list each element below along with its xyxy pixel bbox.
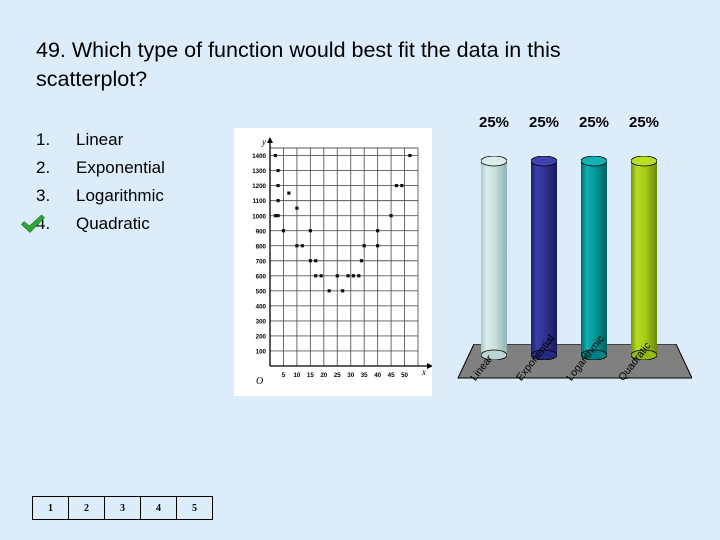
bar-quadratic[interactable] [631, 156, 657, 360]
svg-text:15: 15 [307, 372, 314, 379]
page-nav-5[interactable]: 5 [176, 496, 213, 520]
results-bar-chart: 25% 25% 25% 25% Linear Exponential Logar… [452, 114, 692, 404]
answer-choice-2-number: 2. [36, 158, 51, 177]
scatterplot-figure: 100 200 300 400 500 600 700 800 900 1000 1100 1200 1… [252, 137, 432, 387]
svg-text:1000: 1000 [252, 213, 266, 220]
answer-choice-3-label: Logarithmic [76, 186, 164, 205]
svg-text:25: 25 [334, 372, 341, 379]
svg-text:1300: 1300 [252, 168, 266, 175]
svg-text:900: 900 [256, 228, 267, 235]
svg-text:800: 800 [256, 243, 267, 250]
svg-text:5: 5 [282, 372, 286, 379]
answer-choice-2-label: Exponential [76, 158, 165, 177]
svg-text:1400: 1400 [252, 153, 266, 160]
page-nav-4[interactable]: 4 [140, 496, 177, 520]
answer-choice-3-number: 3. [36, 186, 51, 205]
answer-choice-4[interactable]: 4. Quadratic [21, 210, 236, 238]
page-title: 49. Which type of function would best fi… [36, 38, 561, 91]
scatterplot-y-tick-labels: 100 200 300 400 500 600 700 800 900 1000 1100 1200 1… [252, 153, 266, 355]
answer-choice-4-label: Quadratic [76, 214, 150, 233]
page-nav-3[interactable]: 3 [104, 496, 141, 520]
bar-exponential[interactable] [531, 156, 557, 360]
svg-text:700: 700 [256, 258, 267, 265]
scatterplot-origin-label: O [256, 376, 263, 387]
answer-choice-1[interactable]: 1. Linear [36, 126, 236, 154]
scatterplot-y-axis-label: y [261, 137, 266, 147]
svg-text:1200: 1200 [252, 183, 266, 190]
answer-choice-2[interactable]: 2. Exponential [36, 154, 236, 182]
page-navigation[interactable]: 1 2 3 4 5 [32, 496, 213, 520]
bar-value-quadratic: 25% [628, 114, 660, 131]
svg-text:100: 100 [256, 349, 267, 356]
svg-text:200: 200 [256, 334, 267, 341]
bar-linear[interactable] [481, 156, 507, 360]
scatterplot-x-tick-labels: 5 10 15 20 25 30 35 40 45 50 [282, 372, 409, 379]
scatterplot-panel: 100 200 300 400 500 600 700 800 900 1000 1100 1200 1… [234, 128, 432, 396]
svg-text:10: 10 [293, 372, 300, 379]
scatterplot-axes [267, 137, 432, 369]
bar-chart-plot-area: Linear Exponential Logarithmic Quadratic [452, 138, 692, 404]
answer-choice-1-number: 1. [36, 130, 51, 149]
svg-text:1100: 1100 [253, 198, 267, 205]
bar-value-logarithmic: 25% [578, 114, 610, 131]
svg-text:30: 30 [347, 372, 354, 379]
bar-percentage-labels: 25% 25% 25% 25% [452, 114, 692, 138]
svg-text:40: 40 [374, 372, 381, 379]
answer-choice-3[interactable]: 3. Logarithmic [36, 182, 236, 210]
answer-choice-list: 1. Linear 2. Exponential 3. Logarithmic 4. Q… [21, 126, 236, 238]
bar-logarithmic[interactable] [581, 156, 607, 360]
bar-value-exponential: 25% [528, 114, 560, 131]
answer-choice-4-number: 4. [36, 214, 51, 233]
page-nav-2[interactable]: 2 [68, 496, 105, 520]
scatterplot-gridlines [270, 147, 419, 366]
svg-text:20: 20 [320, 372, 327, 379]
scatterplot-x-axis-label: x [421, 367, 426, 377]
svg-text:50: 50 [401, 372, 408, 379]
svg-text:300: 300 [256, 318, 267, 325]
page-nav-1[interactable]: 1 [32, 496, 69, 520]
page-navigation-row: 1 2 3 4 5 [32, 496, 213, 520]
svg-text:400: 400 [256, 303, 267, 310]
svg-text:35: 35 [361, 372, 368, 379]
svg-text:500: 500 [256, 288, 267, 295]
svg-text:45: 45 [388, 372, 395, 379]
svg-text:600: 600 [256, 273, 267, 280]
answer-choice-1-label: Linear [76, 130, 124, 149]
bar-value-linear: 25% [478, 114, 510, 131]
